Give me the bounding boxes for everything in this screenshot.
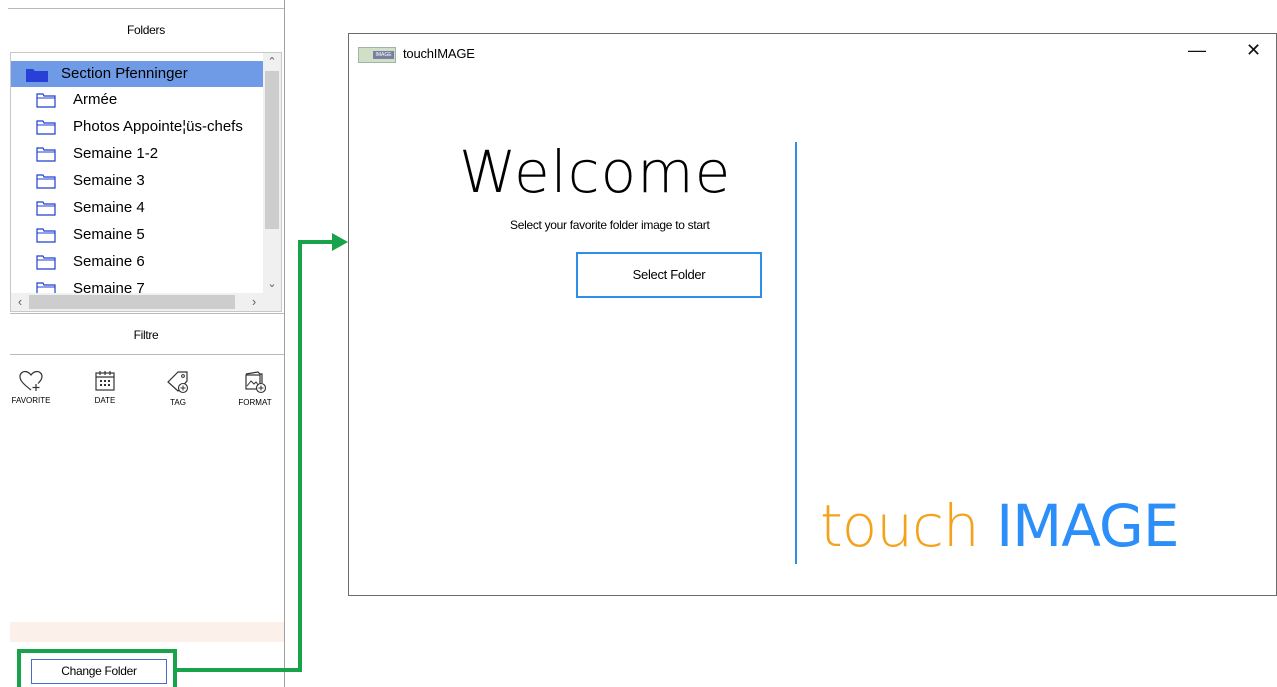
tree-item[interactable]: Armée [11,87,263,113]
status-band [10,622,284,642]
folders-title: Folders [127,23,165,37]
tree-item-label: Armée [73,91,118,108]
folder-tree[interactable]: Section Pfenninger Armée Photos Appointe… [10,52,282,312]
scroll-left-icon[interactable]: ‹ [11,293,29,311]
horizontal-scroll-thumb[interactable] [29,295,235,309]
scroll-up-icon[interactable]: ⌃ [263,53,281,71]
tree-item-label: Semaine 6 [73,253,145,270]
filter-tag[interactable]: TAG [155,370,201,407]
tree-item-label: Semaine 3 [73,172,145,189]
annotation-highlight-box [17,649,177,687]
tree-item[interactable]: Semaine 6 [11,249,263,275]
tree-item-label: Semaine 5 [73,226,145,243]
folder-icon [36,201,56,216]
vertical-divider [795,142,797,564]
annotation-line [177,668,302,672]
filter-label: TAG [170,398,186,407]
filter-label: DATE [94,396,116,405]
folder-icon [36,228,56,243]
heart-plus-icon [19,370,43,391]
folder-filled-icon [26,69,48,82]
vertical-scroll-thumb[interactable] [265,71,279,229]
vertical-scrollbar[interactable]: ⌃ ⌄ [263,53,281,293]
select-folder-button[interactable]: Select Folder [576,252,762,298]
filter-date[interactable]: DATE [82,370,128,405]
filter-format[interactable]: FORMAT [229,370,281,407]
tree-item-label: Photos Appointe¦üs-chefs [73,118,243,135]
window-title: touchIMAGE [403,46,475,61]
annotation-line [298,240,334,244]
folder-icon [36,174,56,189]
horizontal-scrollbar[interactable]: ‹ › [11,293,281,311]
panel-top-border [8,8,284,9]
welcome-subtitle: Select your favorite folder image to sta… [510,218,710,232]
app-logo-icon: IMAGE [358,47,396,63]
tree-item[interactable]: Semaine 3 [11,168,263,194]
minimize-icon[interactable]: — [1188,40,1206,61]
tree-item-label: Semaine 1-2 [73,145,159,162]
folder-icon [36,147,56,162]
filter-title: Filtre [133,328,159,342]
close-icon[interactable]: ✕ [1246,40,1261,61]
annotation-line [298,240,302,672]
tree-item-label: Section Pfenninger [61,65,188,82]
tag-icon [167,371,189,394]
scroll-down-icon[interactable]: ⌄ [263,275,281,293]
filter-favorite[interactable]: FAVORITE [6,370,56,405]
tree-item[interactable]: Semaine 4 [11,195,263,221]
tree-item-label: Semaine 4 [73,199,145,216]
tree-item[interactable]: Photos Appointe¦üs-chefs [11,114,263,140]
app-logo-text: IMAGE [373,51,394,59]
folder-icon [36,93,56,108]
tree-item[interactable]: Semaine 5 [11,222,263,248]
scroll-right-icon[interactable]: › [245,293,263,311]
calendar-icon [95,371,115,391]
welcome-heading: Welcome [459,138,732,206]
app-window: IMAGE touchIMAGE — ✕ Welcome Select your… [348,33,1277,596]
brand-part-touch: touch [820,492,980,560]
image-format-icon [245,371,267,394]
filter-label: FORMAT [238,398,272,407]
filter-label: FAVORITE [11,396,51,405]
brand-part-image: IMAGE [996,492,1179,560]
tree-item-selected[interactable]: Section Pfenninger [11,61,263,87]
tree-item[interactable]: Semaine 1-2 [11,141,263,167]
brand-logo: touch IMAGE [820,492,1179,560]
divider [10,354,284,355]
folder-icon [36,255,56,270]
folder-icon [36,120,56,135]
left-panel: Folders Section Pfenninger Armée Photos … [0,0,285,687]
divider [10,313,284,314]
